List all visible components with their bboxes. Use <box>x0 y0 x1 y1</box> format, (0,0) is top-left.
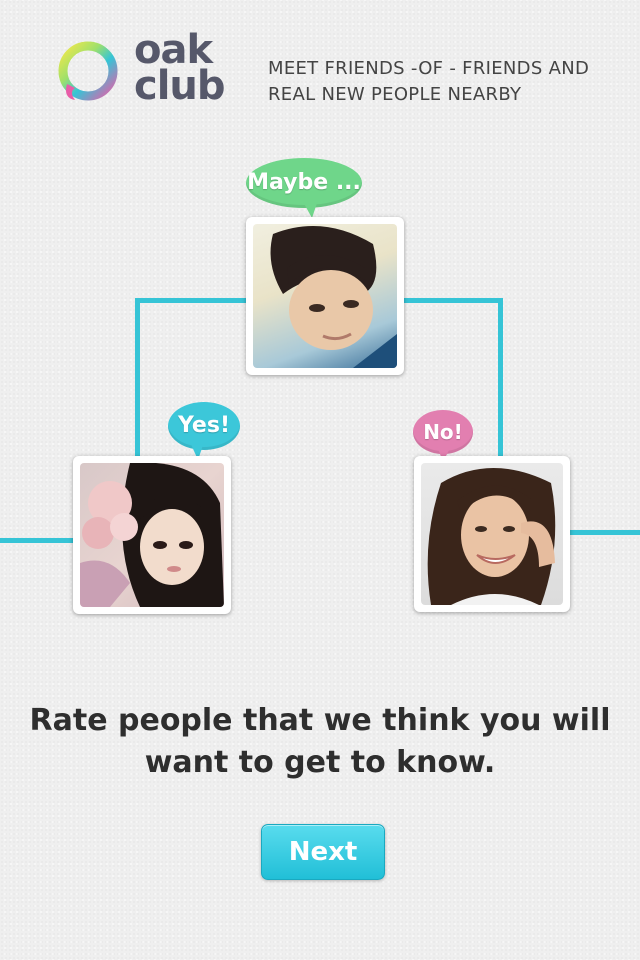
profile-card-top[interactable] <box>246 217 404 375</box>
next-button-label: Next <box>288 837 358 867</box>
logo-wordmark: oak club <box>134 30 226 109</box>
headline: Rate people that we think you will want … <box>0 700 640 784</box>
maybe-bubble-label: Maybe ... <box>247 170 361 195</box>
no-bubble: No! <box>413 410 473 462</box>
profile-card-right[interactable] <box>414 456 570 612</box>
tagline-line-2: REAL NEW PEOPLE NEARBY <box>268 84 522 105</box>
headline-line-2: want to get to know. <box>144 745 496 780</box>
no-bubble-label: No! <box>423 420 463 444</box>
tagline: MEET FRIENDS -OF - FRIENDS AND REAL NEW … <box>268 56 608 108</box>
next-button[interactable]: Next <box>261 824 385 880</box>
profile-card-left[interactable] <box>73 456 231 614</box>
profile-photo-female-left <box>80 463 224 607</box>
profile-photo-female-right <box>421 463 563 605</box>
tagline-line-1: MEET FRIENDS -OF - FRIENDS AND <box>268 58 590 79</box>
yes-bubble-label: Yes! <box>178 413 230 438</box>
oak-club-logo-icon <box>57 40 119 102</box>
headline-line-1: Rate people that we think you will <box>29 703 611 738</box>
profile-photo-male <box>253 224 397 368</box>
yes-bubble: Yes! <box>168 402 240 460</box>
maybe-bubble: Maybe ... <box>246 158 362 218</box>
logo-line-club: club <box>134 63 226 109</box>
